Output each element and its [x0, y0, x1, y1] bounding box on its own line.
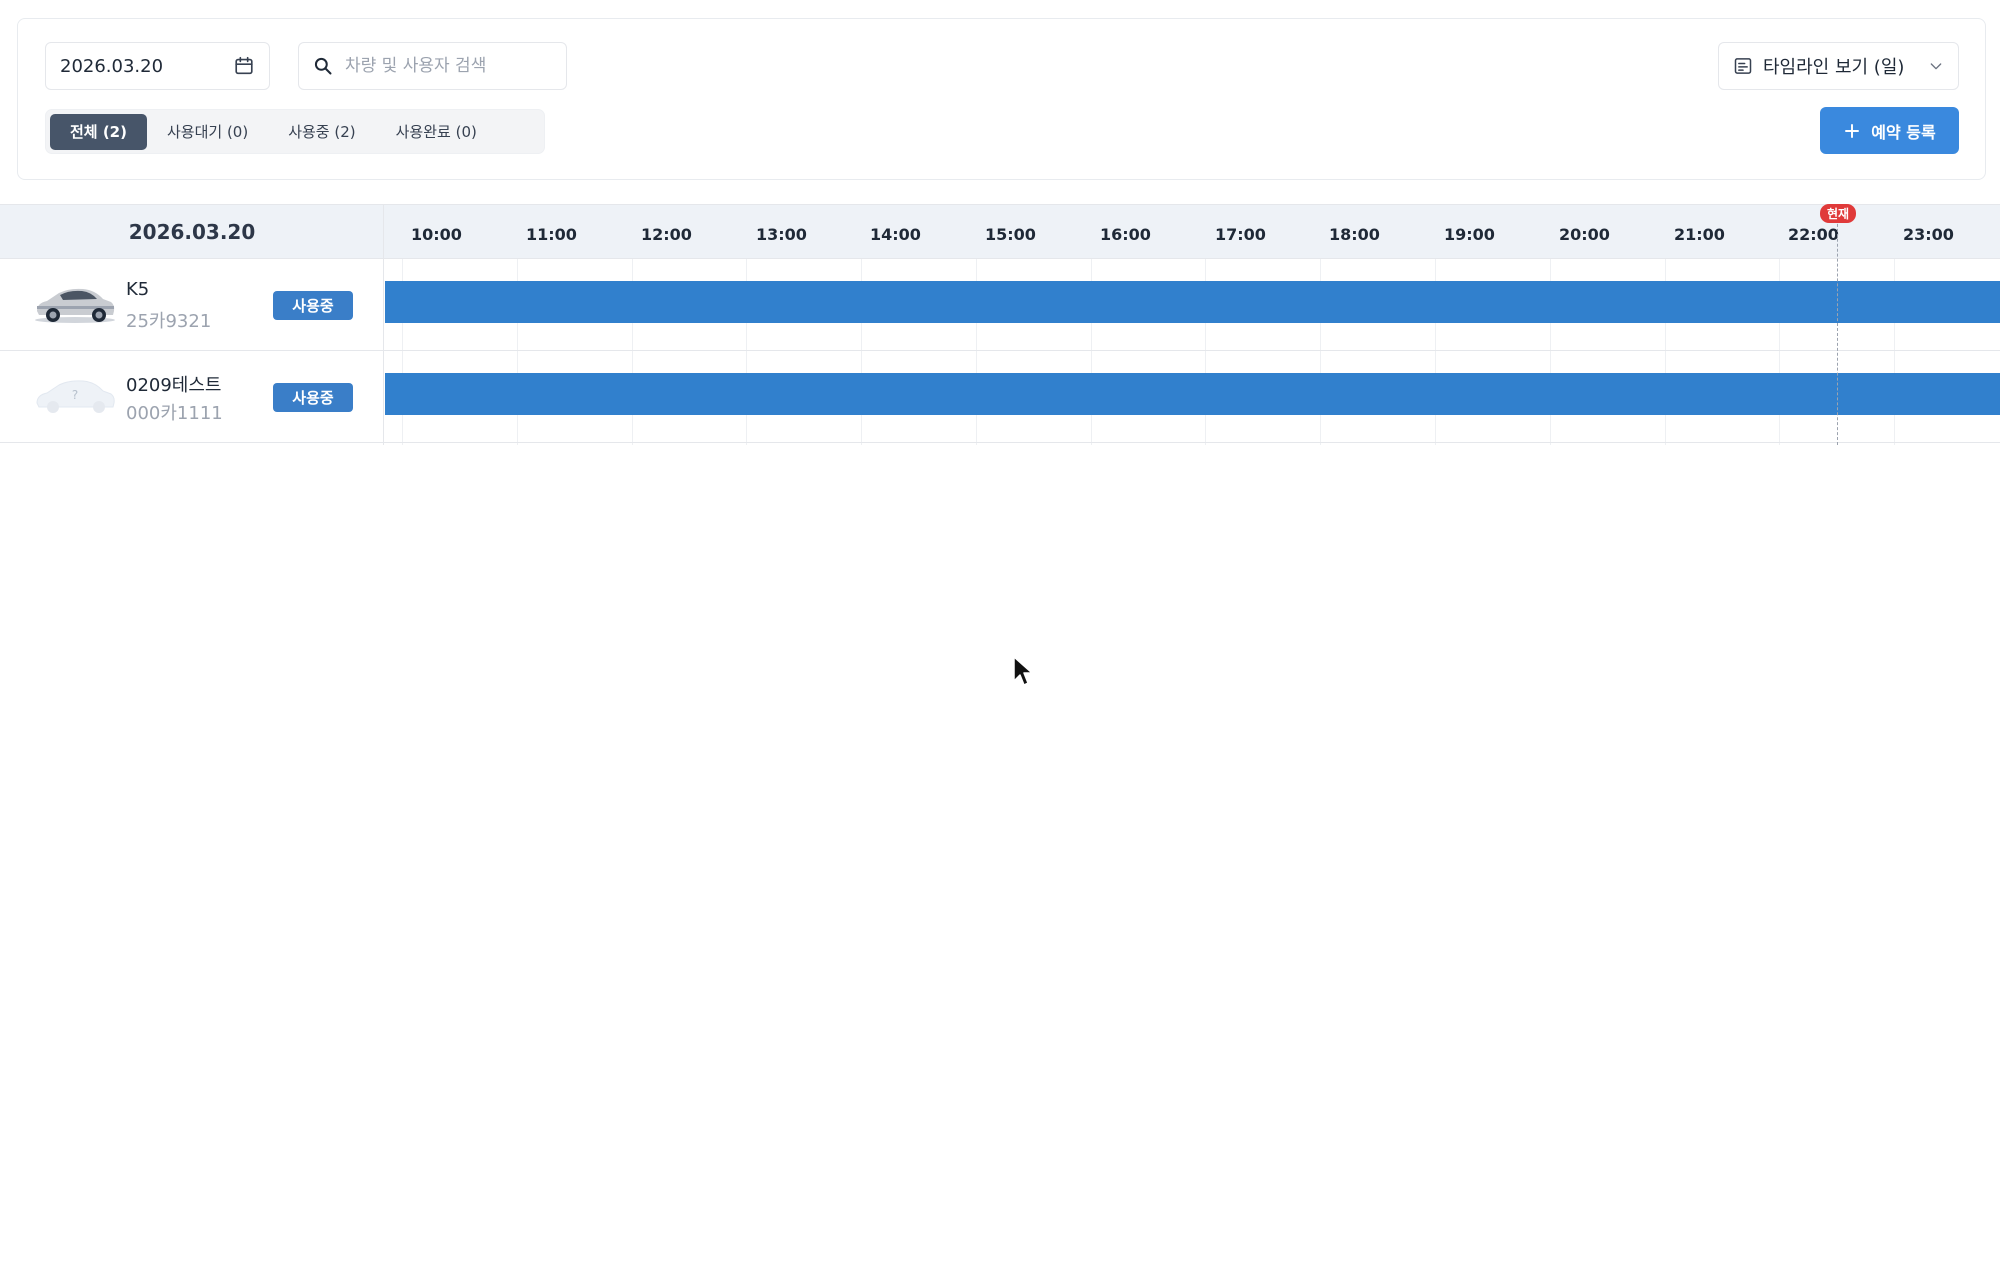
hour-label: 19:00: [1444, 225, 1495, 244]
hour-label: 12:00: [641, 225, 692, 244]
date-picker[interactable]: 2026.03.20: [45, 42, 270, 90]
hour-label: 23:00: [1903, 225, 1954, 244]
hour-label: 21:00: [1674, 225, 1725, 244]
timeline-header: 2026.03.20 10:00 11:00 12:00 13:00 14:00…: [0, 204, 2000, 259]
vehicle-plate: 25카9321: [126, 311, 212, 332]
filter-card: 2026.03.20 타임라인 보기 (일) 전체 (2) 사용대기 (0) 사…: [17, 18, 1986, 180]
status-tabs: 전체 (2) 사용대기 (0) 사용중 (2) 사용완료 (0): [45, 109, 545, 154]
hour-label: 18:00: [1329, 225, 1380, 244]
reservation-bar[interactable]: [385, 281, 2000, 323]
list-view-icon: [1734, 58, 1752, 74]
tab-waiting[interactable]: 사용대기 (0): [147, 114, 268, 150]
vehicle-plate: 000카1111: [126, 403, 223, 424]
date-picker-value: 2026.03.20: [60, 55, 164, 77]
hour-label: 11:00: [526, 225, 577, 244]
vehicle-name: 0209테스트: [126, 375, 222, 396]
search-icon: [314, 57, 332, 75]
tab-all[interactable]: 전체 (2): [50, 113, 147, 150]
calendar-icon[interactable]: [233, 55, 255, 77]
view-mode-label: 타임라인 보기 (일): [1763, 57, 1905, 78]
status-badge: 사용중: [273, 383, 353, 412]
hour-label: 20:00: [1559, 225, 1610, 244]
current-time-line: [1837, 214, 1838, 445]
search-box[interactable]: [298, 42, 567, 90]
hour-label: 14:00: [870, 225, 921, 244]
add-reservation-label: 예약 등록: [1871, 122, 1936, 142]
mouse-cursor-icon: [1013, 656, 1033, 686]
reservation-bar[interactable]: [385, 373, 2000, 415]
timeline-date: 2026.03.20: [128, 219, 256, 244]
car-placeholder-icon: ?: [36, 380, 115, 413]
hour-label: 10:00: [411, 225, 462, 244]
vehicle-name: K5: [126, 279, 150, 300]
add-reservation-button[interactable]: 예약 등록: [1820, 107, 1959, 154]
plus-icon: [1845, 123, 1860, 138]
hour-label: 15:00: [985, 225, 1036, 244]
tab-completed[interactable]: 사용완료 (0): [376, 114, 497, 150]
hour-label: 16:00: [1100, 225, 1151, 244]
chevron-down-icon: [1930, 63, 1942, 70]
tab-in-use[interactable]: 사용중 (2): [268, 114, 375, 150]
current-time-badge: 현재: [1820, 204, 1856, 223]
hour-label: 13:00: [756, 225, 807, 244]
timeline-row[interactable]: K5 25카9321 사용중: [0, 259, 2000, 351]
timeline-row[interactable]: ? 0209테스트 000카1111 사용중: [0, 351, 2000, 443]
timeline-divider: [383, 204, 384, 445]
view-mode-select[interactable]: 타임라인 보기 (일): [1718, 42, 1959, 90]
hour-label: 22:00: [1788, 225, 1839, 244]
status-badge: 사용중: [273, 291, 353, 320]
car-photo: [35, 288, 115, 323]
search-input[interactable]: [343, 55, 547, 77]
svg-text:?: ?: [72, 388, 78, 402]
hour-label: 17:00: [1215, 225, 1266, 244]
